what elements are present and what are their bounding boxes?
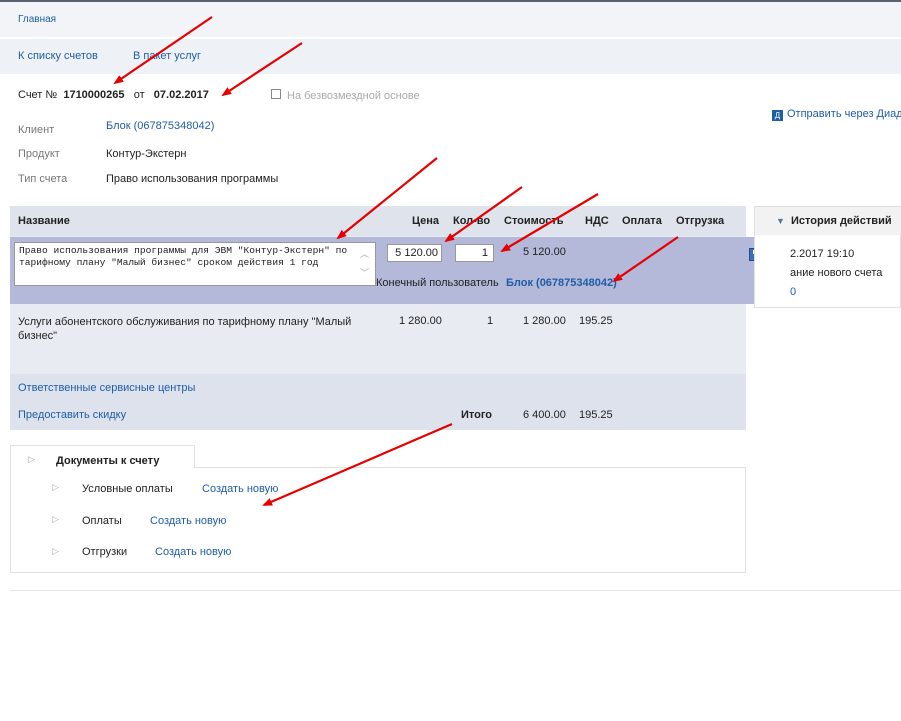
history-date: 2.2017 19:10 [790,248,855,260]
payments-label: Оплаты [82,515,122,527]
expand-triangle-icon[interactable]: ▷ [52,514,59,525]
diadoc-icon: Д [772,110,783,121]
expand-triangle-icon[interactable]: ▷ [52,546,59,557]
conditional-payments-label: Условные оплаты [82,483,173,495]
row2-vat: 195.25 [579,315,613,327]
free-of-charge-checkbox[interactable] [271,89,281,99]
col-payment-header: Оплата [622,215,662,227]
free-of-charge-label: На безвозмездной основе [287,90,420,102]
invoice-title: Счет № 1710000265 от 07.02.2017 [18,89,209,101]
total-vat: 195.25 [579,409,613,421]
documents-tab-label: Документы к счету [56,455,160,467]
client-label: Клиент [18,124,55,136]
end-user-label: Конечный пользователь [376,277,499,289]
expand-triangle-icon[interactable]: ▷ [52,482,59,493]
send-diadoc-label: Отправить через Диад [787,108,901,120]
expand-triangle-icon[interactable]: ▷ [28,454,35,465]
breadcrumb-home-link[interactable]: Главная [18,14,56,25]
client-link[interactable]: Блок (067875348042) [106,120,214,132]
history-event: ание нового счета [790,267,883,279]
quantity-input[interactable]: 1 [455,244,494,262]
top-bar [0,0,901,37]
discount-link[interactable]: Предоставить скидку [18,409,126,421]
col-vat-header: НДС [585,215,609,227]
to-package-link[interactable]: В пакет услуг [133,50,201,62]
total-cost: 6 400.00 [523,409,566,421]
col-shipment-header: Отгрузка [676,215,725,227]
history-title: История действий [791,215,892,227]
textarea-scroll-arrows[interactable]: ︿ ﹀ [360,245,369,283]
create-shipment-link[interactable]: Создать новую [155,546,231,558]
service-centers-link[interactable]: Ответственные сервисные центры [18,382,195,394]
invoice-date: 07.02.2017 [153,89,209,101]
item-name-textarea[interactable]: Право использования программы для ЭВМ "К… [14,242,376,286]
row2-qty: 1 [487,315,494,327]
end-user-link[interactable]: Блок (067875348042) [506,277,617,289]
collapse-arrow-icon[interactable]: ▼ [776,216,785,226]
history-link[interactable]: 0 [790,286,796,298]
invoice-type-value: Право использования программы [106,173,279,185]
total-label: Итого [461,409,493,421]
col-name-header: Название [18,215,70,227]
col-price-header: Цена [412,215,440,227]
col-cost-header: Стоимость [504,215,564,227]
send-diadoc-link[interactable]: Д Отправить через Диад [772,108,901,121]
invoice-number-label: Счет № [18,89,58,101]
product-value: Контур-Экстерн [106,148,187,160]
create-conditional-payment-link[interactable]: Создать новую [202,483,278,495]
col-qty-header: Кол-во [453,215,491,227]
row2-name: Услуги абонентского обслуживания по тари… [18,316,352,342]
price-input[interactable]: 5 120.00 [387,244,442,262]
invoice-type-label: Тип счета [18,173,68,185]
divider [10,590,901,591]
back-to-invoices-link[interactable]: К списку счетов [18,50,98,62]
invoice-number: 1710000265 [63,89,125,101]
row2-price: 1 280.00 [399,315,442,327]
shipments-label: Отгрузки [82,546,128,558]
product-label: Продукт [18,148,60,160]
item-cost: 5 120.00 [523,246,566,258]
row2-cost: 1 280.00 [523,315,566,327]
create-payment-link[interactable]: Создать новую [150,515,226,527]
invoice-date-separator: от [133,89,145,101]
